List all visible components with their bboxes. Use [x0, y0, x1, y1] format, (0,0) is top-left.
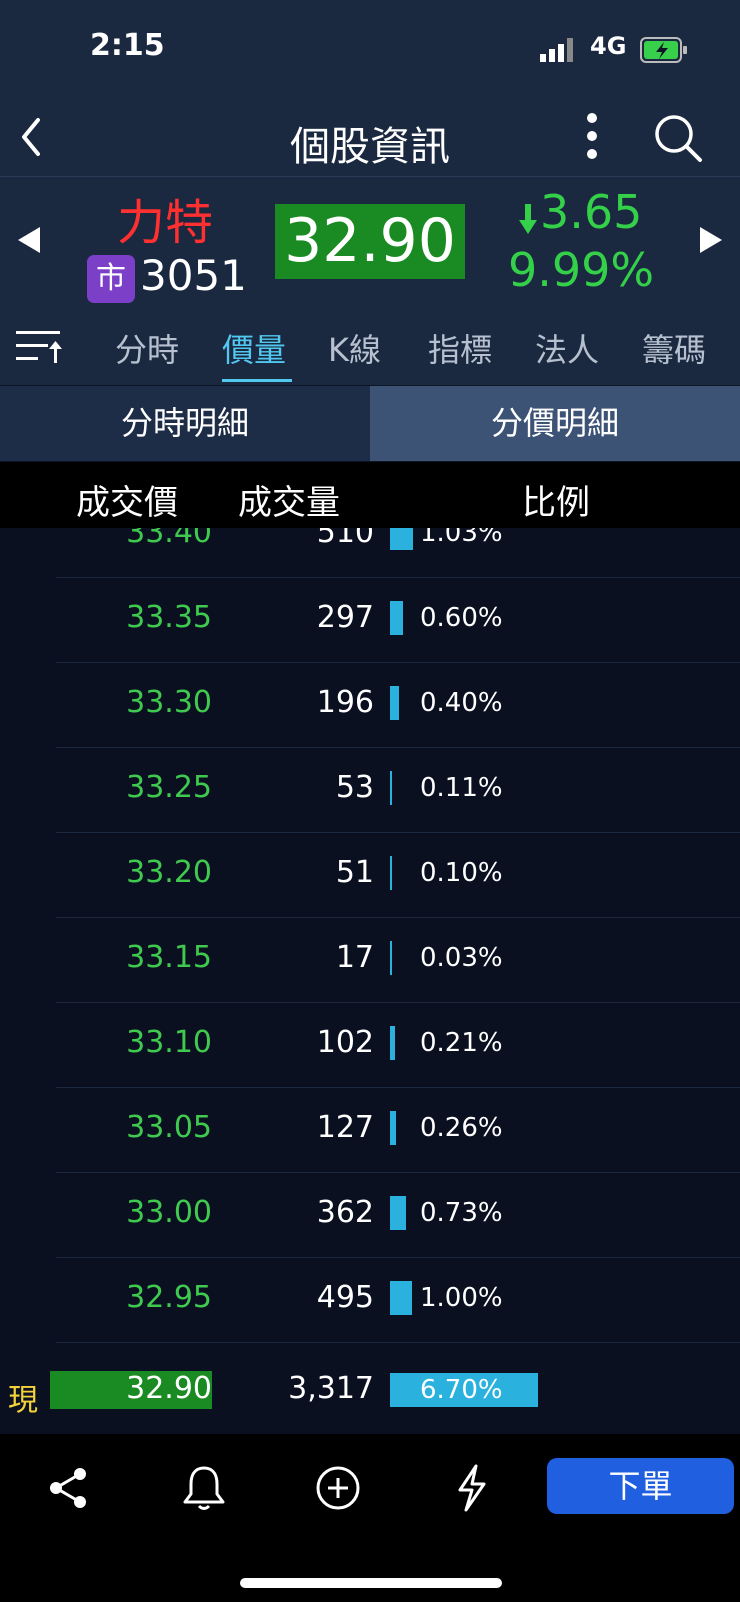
table-row: 33.40 510 1.03% [0, 528, 740, 578]
table-row: 33.30 196 0.40% [0, 663, 740, 748]
next-stock-icon[interactable] [698, 225, 724, 255]
home-indicator [240, 1578, 502, 1588]
row-price: 33.35 [126, 600, 212, 635]
add-circle-icon[interactable] [314, 1464, 362, 1512]
tab-bar: 分時 價量 K線 指標 法人 籌碼 [0, 307, 740, 385]
tab-price-volume[interactable]: 價量 [222, 325, 286, 371]
lightning-icon[interactable] [448, 1464, 496, 1512]
row-price: 33.25 [126, 770, 212, 805]
stock-summary: 力特 市 3051 32.90 3.65 9.99% [0, 177, 740, 307]
table-row: 33.05 127 0.26% [0, 1088, 740, 1173]
row-percent: 0.73% [420, 1198, 503, 1228]
ratio-bar [390, 1196, 406, 1230]
battery-icon [640, 37, 687, 63]
ratio-bar [390, 601, 403, 635]
row-volume: 362 [316, 1195, 374, 1230]
table-row: 33.10 102 0.21% [0, 1003, 740, 1088]
row-price: 33.15 [126, 940, 212, 975]
market-badge: 市 [87, 255, 135, 303]
ratio-bar [390, 771, 392, 805]
tab-indicators[interactable]: 指標 [428, 325, 492, 371]
row-price: 33.40 [126, 528, 212, 550]
row-volume: 495 [316, 1280, 374, 1315]
table-row: 33.35 297 0.60% [0, 578, 740, 663]
row-price: 33.00 [126, 1195, 212, 1230]
previous-stock-icon[interactable] [16, 225, 42, 255]
network-label: 4G [590, 32, 627, 60]
subtab-bar: 分時明細 分價明細 [0, 386, 740, 461]
stock-name: 力特 [116, 195, 213, 251]
row-price: 33.05 [126, 1110, 212, 1145]
ratio-bar [390, 941, 392, 975]
table-header: 成交價 成交量 比例 [0, 462, 740, 528]
row-volume: 196 [316, 685, 374, 720]
row-percent: 0.03% [420, 943, 503, 973]
column-header-volume: 成交量 [238, 483, 340, 523]
signal-icon [540, 38, 573, 62]
order-button[interactable]: 下單 [547, 1458, 734, 1514]
row-volume: 297 [316, 600, 374, 635]
row-volume: 102 [316, 1025, 374, 1060]
row-volume: 17 [335, 940, 374, 975]
share-icon[interactable] [44, 1464, 92, 1512]
price-change: 3.65 [540, 185, 643, 239]
table-row: 33.25 53 0.11% [0, 748, 740, 833]
row-volume: 53 [335, 770, 374, 805]
app-header: 個股資訊 [0, 96, 740, 177]
row-percent: 0.11% [420, 773, 503, 803]
ratio-bar [390, 856, 392, 890]
down-arrow-icon [519, 204, 537, 234]
page-title: 個股資訊 [290, 124, 450, 170]
ratio-bar [390, 528, 413, 550]
stock-code: 3051 [140, 251, 247, 300]
bell-icon[interactable] [180, 1464, 228, 1512]
status-time: 2:15 [90, 28, 165, 63]
row-divider [56, 1342, 740, 1343]
subtab-time-detail[interactable]: 分時明細 [0, 386, 370, 461]
tab-kline[interactable]: K線 [328, 325, 381, 371]
ratio-bar [390, 1111, 396, 1145]
current-label: 現 [8, 1383, 38, 1418]
table-row: 33.15 17 0.03% [0, 918, 740, 1003]
row-volume: 51 [335, 855, 374, 890]
row-percent: 0.60% [420, 603, 503, 633]
table-row: 32.95 495 1.00% [0, 1258, 740, 1343]
row-percent: 0.10% [420, 858, 503, 888]
column-header-price: 成交價 [76, 483, 178, 523]
row-percent: 0.26% [420, 1113, 503, 1143]
sort-menu-icon[interactable] [16, 325, 64, 367]
row-price: 32.95 [126, 1280, 212, 1315]
status-bar: 2:15 4G [0, 0, 740, 96]
bottom-toolbar: 下單 [0, 1434, 740, 1602]
row-percent: 0.21% [420, 1028, 503, 1058]
tab-chips[interactable]: 籌碼 [642, 325, 706, 371]
row-percent: 1.00% [420, 1283, 503, 1313]
row-price: 33.20 [126, 855, 212, 890]
row-price: 33.10 [126, 1025, 212, 1060]
ratio-bar [390, 686, 399, 720]
more-vertical-icon[interactable] [580, 108, 604, 164]
current-row-price: 32.90 [126, 1371, 212, 1406]
current-row-volume: 3,317 [288, 1371, 374, 1406]
price-change-percent: 9.99% [508, 243, 655, 297]
tab-institutional[interactable]: 法人 [535, 325, 599, 371]
ratio-bar [390, 1026, 395, 1060]
row-percent: 0.40% [420, 688, 503, 718]
row-volume: 127 [316, 1110, 374, 1145]
price-volume-table[interactable]: 33.40 510 1.03% 33.35 297 0.60% 33.30 19… [0, 528, 740, 1434]
table-row: 33.20 51 0.10% [0, 833, 740, 918]
search-icon[interactable] [650, 110, 704, 164]
current-row-percent: 6.70% [420, 1375, 503, 1405]
row-volume: 510 [316, 528, 374, 550]
active-tab-indicator [222, 379, 292, 382]
tab-intraday[interactable]: 分時 [115, 325, 179, 371]
subtab-price-detail[interactable]: 分價明細 [370, 386, 740, 461]
current-price: 32.90 [275, 204, 465, 279]
ratio-bar [390, 1281, 412, 1315]
row-price: 33.30 [126, 685, 212, 720]
row-percent: 1.03% [420, 528, 503, 548]
current-price-row: 現 32.90 3,317 6.70% [0, 1371, 740, 1421]
column-header-ratio: 比例 [522, 483, 590, 523]
table-row: 33.00 362 0.73% [0, 1173, 740, 1258]
